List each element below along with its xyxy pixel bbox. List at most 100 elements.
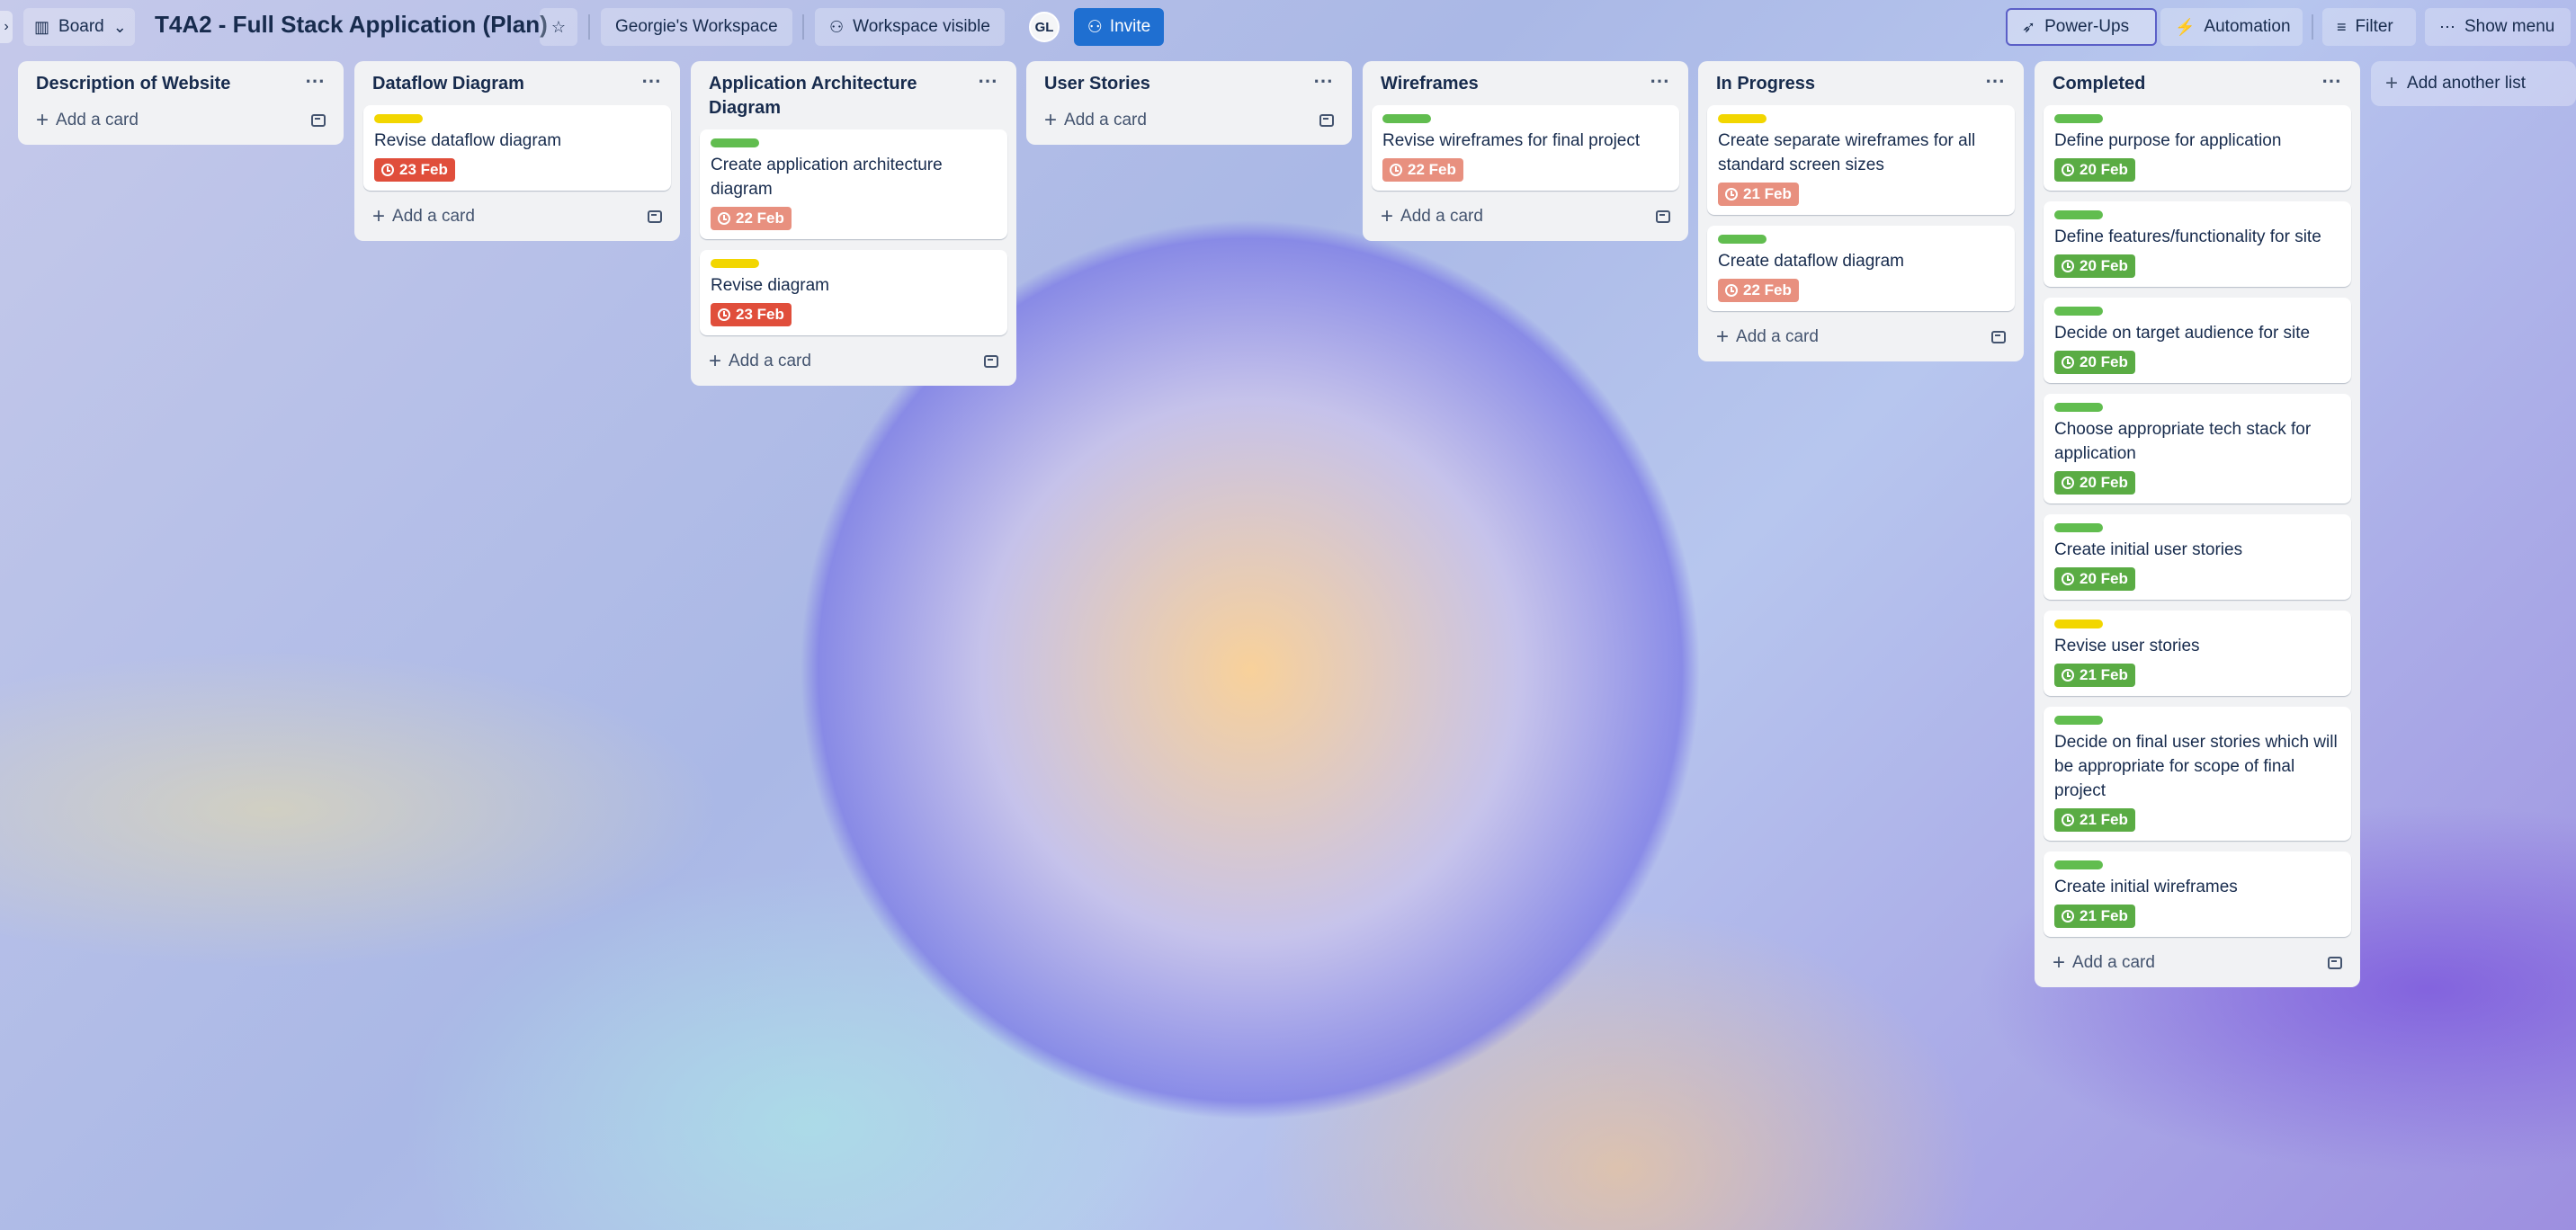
invite-label: Invite bbox=[1109, 17, 1151, 36]
card[interactable]: Define features/functionality for site 20… bbox=[2044, 201, 2351, 287]
sidebar-expand-icon[interactable]: › bbox=[0, 11, 13, 43]
card-title: Revise diagram bbox=[711, 276, 829, 295]
add-card-button[interactable]: + Add a card bbox=[27, 105, 335, 136]
due-date-badge[interactable]: 20 Feb bbox=[2054, 158, 2135, 182]
card-label[interactable] bbox=[2054, 114, 2103, 123]
list-menu-icon[interactable]: ⋯ bbox=[978, 71, 998, 91]
card-label[interactable] bbox=[2054, 210, 2103, 219]
card-label[interactable] bbox=[2054, 619, 2103, 628]
add-list-button[interactable]: + Add another list bbox=[2371, 61, 2576, 106]
due-date-text: 22 Feb bbox=[1743, 281, 1792, 299]
card-label[interactable] bbox=[374, 114, 423, 123]
list-menu-icon[interactable]: ⋯ bbox=[305, 71, 326, 91]
card[interactable]: Decide on final user stories which will … bbox=[2044, 707, 2351, 841]
due-date-text: 23 Feb bbox=[399, 161, 448, 178]
card-label[interactable] bbox=[2054, 307, 2103, 316]
due-date-text: 23 Feb bbox=[736, 306, 784, 323]
card-title: Create application architecture diagram bbox=[711, 156, 943, 199]
view-switcher-button[interactable]: ▥ Board ⌄ bbox=[23, 8, 135, 46]
due-date-badge[interactable]: 21 Feb bbox=[2054, 905, 2135, 928]
due-date-text: 20 Feb bbox=[2080, 161, 2128, 178]
due-date-badge[interactable]: 20 Feb bbox=[2054, 351, 2135, 374]
add-card-button[interactable]: + Add a card bbox=[1372, 201, 1679, 232]
filter-button[interactable]: ≡ Filter bbox=[2322, 8, 2416, 46]
card-label[interactable] bbox=[2054, 403, 2103, 412]
card[interactable]: Revise wireframes for final project 22 Fe… bbox=[1372, 105, 1679, 191]
card-label[interactable] bbox=[711, 138, 759, 147]
list-menu-icon[interactable]: ⋯ bbox=[1313, 71, 1334, 91]
list-title[interactable]: Completed bbox=[2053, 72, 2145, 96]
visibility-button[interactable]: ⚇ Workspace visible bbox=[815, 8, 1005, 46]
card-label[interactable] bbox=[2054, 716, 2103, 725]
card[interactable]: Create initial wireframes 21 Feb bbox=[2044, 851, 2351, 937]
card-template-icon[interactable] bbox=[648, 210, 662, 223]
due-date-badge[interactable]: 20 Feb bbox=[2054, 471, 2135, 495]
due-date-badge[interactable]: 23 Feb bbox=[711, 303, 792, 326]
list-title[interactable]: In Progress bbox=[1716, 72, 1815, 96]
due-date-badge[interactable]: 21 Feb bbox=[1718, 183, 1799, 206]
card[interactable]: Create application architecture diagram 2… bbox=[700, 129, 1007, 239]
star-button[interactable]: ☆ bbox=[540, 8, 577, 46]
avatar[interactable]: GL bbox=[1029, 12, 1060, 42]
clock-icon bbox=[381, 164, 394, 176]
list-title[interactable]: Application Architecture Diagram bbox=[709, 72, 978, 120]
card[interactable]: Create initial user stories 20 Feb bbox=[2044, 514, 2351, 600]
due-date-badge[interactable]: 20 Feb bbox=[2054, 254, 2135, 278]
card-label[interactable] bbox=[1718, 235, 1767, 244]
due-date-badge[interactable]: 22 Feb bbox=[711, 207, 792, 230]
list-menu-icon[interactable]: ⋯ bbox=[641, 71, 662, 91]
card[interactable]: Create separate wireframes for all stand… bbox=[1707, 105, 2015, 215]
card[interactable]: Create dataflow diagram 22 Feb bbox=[1707, 226, 2015, 311]
due-date-badge[interactable]: 22 Feb bbox=[1382, 158, 1463, 182]
card[interactable]: Define purpose for application 20 Feb bbox=[2044, 105, 2351, 191]
card[interactable]: Decide on target audience for site 20 Feb bbox=[2044, 298, 2351, 383]
show-menu-button[interactable]: ⋯ Show menu bbox=[2425, 8, 2571, 46]
add-card-button[interactable]: + Add a card bbox=[363, 201, 671, 232]
automation-button[interactable]: ⚡ Automation bbox=[2160, 8, 2303, 46]
due-date-badge[interactable]: 23 Feb bbox=[374, 158, 455, 182]
list-menu-icon[interactable]: ⋯ bbox=[1650, 71, 1670, 91]
card-template-icon[interactable] bbox=[2328, 957, 2342, 969]
card-label[interactable] bbox=[1382, 114, 1431, 123]
clock-icon bbox=[1390, 164, 1402, 176]
due-date-badge[interactable]: 20 Feb bbox=[2054, 567, 2135, 591]
card[interactable]: Revise user stories 21 Feb bbox=[2044, 611, 2351, 696]
card-label[interactable] bbox=[1718, 114, 1767, 123]
due-date-badge[interactable]: 21 Feb bbox=[2054, 808, 2135, 832]
card-label[interactable] bbox=[2054, 860, 2103, 869]
card-label[interactable] bbox=[2054, 523, 2103, 532]
card-template-icon[interactable] bbox=[984, 355, 998, 368]
card-template-icon[interactable] bbox=[311, 114, 326, 127]
board-title[interactable]: T4A2 - Full Stack Application (Plan) bbox=[155, 11, 548, 39]
list-menu-icon[interactable]: ⋯ bbox=[2321, 71, 2342, 91]
card[interactable]: Revise dataflow diagram 23 Feb bbox=[363, 105, 671, 191]
card-template-icon[interactable] bbox=[1319, 114, 1334, 127]
add-card-button[interactable]: + Add a card bbox=[2044, 948, 2351, 978]
add-card-button[interactable]: + Add a card bbox=[1035, 105, 1343, 136]
list-title[interactable]: Wireframes bbox=[1381, 72, 1479, 96]
list-menu-icon[interactable]: ⋯ bbox=[1985, 71, 2006, 91]
list-title[interactable]: User Stories bbox=[1044, 72, 1150, 96]
powerups-button[interactable]: ➶ Power-Ups bbox=[2006, 8, 2157, 46]
divider bbox=[2312, 14, 2313, 40]
card[interactable]: Choose appropriate tech stack for applic… bbox=[2044, 394, 2351, 504]
invite-button[interactable]: ⚇ Invite bbox=[1074, 8, 1164, 46]
list-title[interactable]: Description of Website bbox=[36, 72, 230, 96]
card-template-icon[interactable] bbox=[1656, 210, 1670, 223]
plus-icon: + bbox=[1044, 108, 1058, 132]
add-card-button[interactable]: + Add a card bbox=[700, 346, 1007, 377]
due-date-text: 20 Feb bbox=[2080, 257, 2128, 274]
clock-icon bbox=[2062, 910, 2074, 922]
due-date-badge[interactable]: 21 Feb bbox=[2054, 664, 2135, 687]
add-card-button[interactable]: + Add a card bbox=[1707, 322, 2015, 352]
due-date-text: 20 Feb bbox=[2080, 570, 2128, 587]
card-template-icon[interactable] bbox=[1991, 331, 2006, 343]
workspace-button[interactable]: Georgie's Workspace bbox=[601, 8, 792, 46]
list-title[interactable]: Dataflow Diagram bbox=[372, 72, 524, 96]
lightning-icon: ⚡ bbox=[2175, 17, 2196, 36]
card[interactable]: Revise diagram 23 Feb bbox=[700, 250, 1007, 335]
due-date-badge[interactable]: 22 Feb bbox=[1718, 279, 1799, 302]
card-label[interactable] bbox=[711, 259, 759, 268]
card-title: Create initial wireframes bbox=[2054, 878, 2238, 896]
clock-icon bbox=[2062, 164, 2074, 176]
